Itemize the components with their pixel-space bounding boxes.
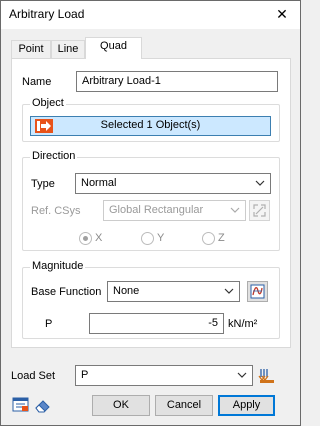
name-label: Name [22, 76, 52, 88]
direction-group: Direction Type Normal Ref. CSys Global R… [22, 150, 280, 251]
apply-button-label: Apply [232, 399, 261, 411]
chevron-down-icon [255, 180, 265, 186]
tab-point-label: Point [18, 43, 44, 55]
expand-csys-icon [253, 204, 266, 217]
refcsys-label: Ref. CSys [31, 205, 81, 217]
chevron-down-icon [237, 372, 247, 378]
refcsys-select-value: Global Rectangular [109, 204, 204, 216]
window-title: Arbitrary Load [9, 7, 85, 21]
title-bar: Arbitrary Load ✕ [1, 1, 300, 29]
csys-expand-button[interactable] [249, 200, 270, 221]
select-objects-label: Selected 1 Object(s) [100, 119, 201, 131]
eraser-icon [35, 400, 50, 413]
arbitrary-load-dialog: Arbitrary Load ✕ Point Line Quad Name Ar… [0, 0, 301, 426]
load-set-manager-icon [258, 369, 274, 383]
axis-x-radio[interactable] [79, 232, 92, 245]
p-unit-label: kN/m² [228, 318, 258, 330]
close-icon[interactable]: ✕ [270, 3, 294, 25]
cancel-button-label: Cancel [166, 399, 202, 411]
cancel-button[interactable]: Cancel [155, 395, 213, 416]
apply-button[interactable]: Apply [218, 395, 275, 416]
object-group: Object Selected 1 Object(s) [22, 97, 280, 142]
axis-x-label: X [95, 232, 103, 244]
table-view-button[interactable] [11, 395, 31, 415]
chevron-down-icon [230, 207, 240, 213]
load-set-value: P [81, 369, 89, 381]
axis-z-label: Z [218, 232, 225, 244]
tab-point[interactable]: Point [11, 40, 51, 59]
quad-tab-panel: Name Arbitrary Load-1 Object Selected 1 … [11, 58, 291, 348]
load-set-label: Load Set [11, 370, 56, 382]
tab-line-label: Line [57, 43, 79, 55]
base-function-select[interactable]: None [107, 281, 240, 302]
eraser-button[interactable] [33, 395, 53, 415]
type-label: Type [31, 178, 55, 190]
type-select-value: Normal [81, 177, 117, 189]
chevron-down-icon [224, 288, 234, 294]
magnitude-group-title: Magnitude [30, 260, 86, 272]
load-set-select[interactable]: P [75, 365, 253, 386]
axis-y-label: Y [157, 232, 165, 244]
tab-line[interactable]: Line [51, 40, 85, 59]
object-group-title: Object [30, 97, 66, 109]
tab-quad[interactable]: Quad [85, 37, 142, 59]
function-editor-button[interactable] [247, 281, 268, 302]
p-value-field[interactable]: -5 [89, 313, 224, 334]
ok-button[interactable]: OK [92, 395, 150, 416]
load-set-manager-button[interactable] [257, 365, 278, 386]
radio-selected-dot [83, 236, 88, 241]
select-objects-button[interactable]: Selected 1 Object(s) [30, 116, 271, 136]
name-field[interactable]: Arbitrary Load-1 [76, 71, 278, 92]
function-editor-icon [250, 284, 265, 299]
base-function-label: Base Function [31, 286, 102, 298]
base-function-value: None [113, 285, 140, 297]
type-select[interactable]: Normal [75, 173, 271, 194]
axis-z-radio[interactable] [202, 232, 215, 245]
refcsys-select[interactable]: Global Rectangular [103, 200, 246, 221]
tab-quad-label: Quad [100, 40, 127, 52]
axis-y-radio[interactable] [141, 232, 154, 245]
magnitude-group: Magnitude Base Function None P -5 kN/m² [22, 260, 280, 339]
p-label: P [45, 318, 53, 330]
direction-group-title: Direction [30, 150, 78, 162]
table-view-icon [12, 397, 29, 412]
ok-button-label: OK [113, 399, 129, 411]
